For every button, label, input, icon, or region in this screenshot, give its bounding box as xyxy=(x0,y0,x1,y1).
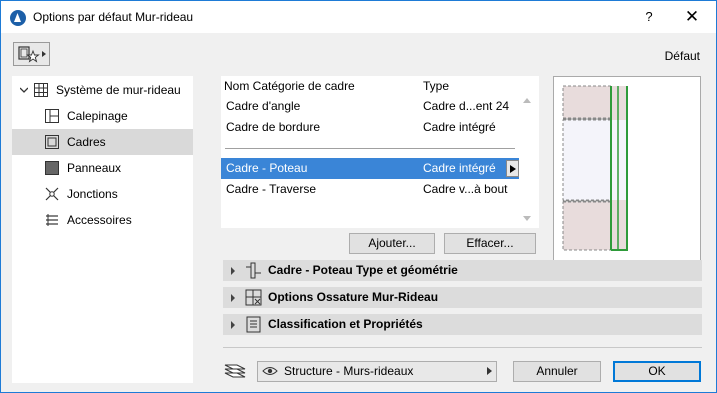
tree-item-panneaux[interactable]: Panneaux xyxy=(12,155,193,181)
dialog-window: Options par défaut Mur-rideau ? ✕ Défaut… xyxy=(0,0,717,393)
tree-item-jonctions[interactable]: Jonctions xyxy=(12,181,193,207)
list-row-corner-frame[interactable]: Cadre d'angle Cadre d...ent 24 xyxy=(221,96,519,117)
window-title: Options par défaut Mur-rideau xyxy=(33,10,194,24)
classification-icon xyxy=(246,316,261,333)
scroll-down-arrow-icon[interactable] xyxy=(523,216,531,221)
title-bar: Options par défaut Mur-rideau ? ✕ xyxy=(1,1,716,33)
footer-divider xyxy=(223,347,702,348)
tree-item-calepinage[interactable]: Calepinage xyxy=(12,103,193,129)
section-frame-type-geometry[interactable]: Cadre - Poteau Type et géométrie xyxy=(223,260,702,281)
framing-options-icon xyxy=(245,289,262,306)
list-row-transom[interactable]: Cadre - Traverse Cadre v...à bout xyxy=(221,179,519,200)
tree-item-label: Jonctions xyxy=(67,187,118,201)
default-label: Défaut xyxy=(664,49,700,63)
tree-item-label: Cadres xyxy=(67,135,106,149)
section-label: Options Ossature Mur-Rideau xyxy=(268,290,439,304)
list-header: Nom Catégorie de cadre Type xyxy=(221,76,519,97)
frame-name: Cadre de bordure xyxy=(226,120,321,134)
close-button[interactable]: ✕ xyxy=(677,6,707,28)
frame-type-arrow-button[interactable] xyxy=(506,160,519,177)
frame-name: Cadre - Poteau xyxy=(226,161,308,175)
tree-item-label: Panneaux xyxy=(67,161,122,175)
delete-button[interactable]: Effacer... xyxy=(444,233,536,254)
chevron-right-icon xyxy=(231,267,235,275)
chevron-right-icon xyxy=(231,321,235,329)
favorites-button[interactable] xyxy=(13,42,50,66)
list-row-border-frame[interactable]: Cadre de bordure Cadre intégré xyxy=(221,117,519,138)
dropdown-arrow-icon xyxy=(487,367,492,375)
section-classification[interactable]: Classification et Propriétés xyxy=(223,314,702,335)
frame-type: Cadre intégré xyxy=(423,120,496,134)
tree-item-cadres[interactable]: Cadres xyxy=(12,129,193,155)
tree-item-label: Calepinage xyxy=(67,109,128,123)
frame-name: Cadre d'angle xyxy=(226,99,301,113)
help-button[interactable]: ? xyxy=(637,7,661,27)
frame-type: Cadre d...ent 24 xyxy=(423,99,510,113)
ok-button[interactable]: OK xyxy=(613,361,701,382)
layers-icon xyxy=(224,364,246,378)
add-button[interactable]: Ajouter... xyxy=(349,233,435,254)
section-label: Cadre - Poteau Type et géométrie xyxy=(268,263,458,277)
tree-item-label: Accessoires xyxy=(67,213,132,227)
scheme-icon xyxy=(45,109,59,123)
archicad-app-icon xyxy=(10,10,26,26)
settings-tree: Système de mur-rideau Calepinage Cadres … xyxy=(12,76,193,383)
layer-dropdown[interactable]: Structure - Murs-rideaux xyxy=(257,361,497,382)
curtain-wall-preview-graphic xyxy=(562,85,628,251)
tree-item-curtain-wall-system[interactable]: Système de mur-rideau xyxy=(12,77,193,103)
frame-name: Cadre - Traverse xyxy=(226,182,317,196)
section-framing-options[interactable]: Options Ossature Mur-Rideau xyxy=(223,287,702,308)
list-row-mullion[interactable]: Cadre - Poteau Cadre intégré xyxy=(221,158,519,179)
frame-type: Cadre v...à bout xyxy=(423,182,508,196)
accessory-icon xyxy=(46,214,58,226)
frame-preview xyxy=(553,76,701,261)
frame-type: Cadre intégré xyxy=(423,161,496,175)
chevron-right-icon xyxy=(231,294,235,302)
scroll-up-arrow-icon[interactable] xyxy=(523,98,531,103)
column-header-name[interactable]: Nom Catégorie de cadre xyxy=(224,76,355,97)
frame-geometry-icon xyxy=(246,262,261,279)
frame-icon xyxy=(45,135,59,149)
tree-item-accessoires[interactable]: Accessoires xyxy=(12,207,193,233)
layer-value: Structure - Murs-rideaux xyxy=(284,364,414,378)
favorites-icon xyxy=(18,46,46,63)
panel-icon xyxy=(45,161,59,175)
list-divider xyxy=(225,148,515,149)
eye-icon xyxy=(262,367,278,375)
cancel-button[interactable]: Annuler xyxy=(513,361,601,382)
section-label: Classification et Propriétés xyxy=(268,317,423,331)
column-header-type[interactable]: Type xyxy=(423,76,449,97)
chevron-down-icon[interactable] xyxy=(20,86,28,94)
frame-category-list: Nom Catégorie de cadre Type Cadre d'angl… xyxy=(221,76,539,228)
junction-icon xyxy=(45,187,59,201)
tree-root-label: Système de mur-rideau xyxy=(56,83,181,97)
curtain-wall-system-icon xyxy=(34,83,48,97)
